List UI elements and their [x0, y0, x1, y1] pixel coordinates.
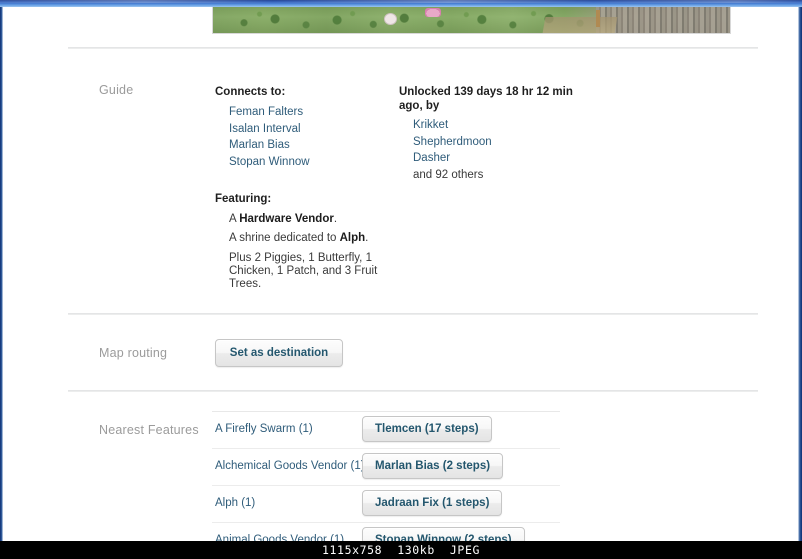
featuring-vendor-prefix: A [229, 213, 240, 225]
unlocked-by-link[interactable]: Shepherdmoon [413, 134, 589, 151]
table-row: Alchemical Goods Vendor (1) Marlan Bias … [212, 448, 560, 485]
nearest-feature-route-button[interactable]: Marlan Bias (2 steps) [362, 453, 504, 479]
status-bar-image-info: 1115x758 130kb JPEG [0, 541, 802, 559]
connects-link[interactable]: Isalan Interval [229, 121, 385, 138]
map-banner-image[interactable] [212, 7, 731, 34]
section-label-nearest-features: Nearest Features [99, 423, 199, 437]
window-titlebar[interactable] [0, 0, 802, 7]
unlocked-by-list: Krikket Shepherdmoon Dasher and 92 other… [413, 117, 589, 183]
featuring-shrine-prefix: A shrine dedicated to [229, 232, 340, 244]
nearest-feature-name[interactable]: Alchemical Goods Vendor (1) [215, 460, 365, 472]
section-label-guide: Guide [99, 83, 134, 97]
banner-signpost-icon [595, 10, 600, 28]
banner-shrine-icon [424, 8, 441, 18]
nearest-feature-route-button[interactable]: Tlemcen (17 steps) [362, 416, 492, 442]
window-frame-right [798, 7, 802, 541]
unlocked-by-column: Unlocked 139 days 18 hr 12 min ago, by K… [399, 85, 589, 183]
featuring-shrine-line: A shrine dedicated to Alph. [229, 230, 395, 247]
table-row: A Firefly Swarm (1) Tlemcen (17 steps) [212, 411, 560, 448]
unlocked-by-link[interactable]: Dasher [413, 150, 589, 167]
nearest-feature-name[interactable]: Alph (1) [215, 497, 255, 509]
divider-above-routing [68, 313, 758, 315]
page-content: Guide Connects to: Feman Falters Isalan … [3, 7, 798, 541]
connects-to-heading: Connects to: [215, 86, 286, 98]
featuring-column: Featuring: A Hardware Vendor. A shrine d… [215, 192, 395, 290]
unlocked-heading: Unlocked 139 days 18 hr 12 min ago, by [399, 86, 573, 112]
nearest-feature-name[interactable]: A Firefly Swarm (1) [215, 423, 313, 435]
unlocked-by-others: and 92 others [413, 168, 484, 181]
titlebar-gloss [0, 0, 802, 3]
featuring-list: A Hardware Vendor. A shrine dedicated to… [229, 211, 395, 290]
unlocked-by-link[interactable]: Krikket [413, 117, 589, 134]
connects-link[interactable]: Marlan Bias [229, 137, 385, 154]
nearest-features-table: A Firefly Swarm (1) Tlemcen (17 steps) A… [212, 411, 560, 541]
featuring-shrine-suffix: . [365, 232, 369, 244]
featuring-heading: Featuring: [215, 193, 272, 205]
featuring-shrine-name: Alph [339, 232, 366, 244]
divider-above-guide [68, 47, 758, 49]
connects-link[interactable]: Feman Falters [229, 104, 385, 121]
featuring-extras-line: Plus 2 Piggies, 1 Butterfly, 1 Chicken, … [229, 252, 378, 290]
table-row: Alph (1) Jadraan Fix (1 steps) [212, 485, 560, 522]
section-label-map-routing: Map routing [99, 346, 168, 360]
connects-to-column: Connects to: Feman Falters Isalan Interv… [215, 85, 385, 170]
image-viewer-window: Guide Connects to: Feman Falters Isalan … [0, 0, 802, 559]
table-row: Animal Goods Vendor (1) Stopan Winnow (2… [212, 522, 560, 541]
nearest-feature-route-button[interactable]: Jadraan Fix (1 steps) [362, 490, 503, 516]
banner-dirt-path [542, 16, 618, 33]
nearest-feature-route-button[interactable]: Stopan Winnow (2 steps) [362, 527, 525, 541]
connects-to-list: Feman Falters Isalan Interval Marlan Bia… [229, 104, 385, 170]
nearest-feature-name[interactable]: Animal Goods Vendor (1) [215, 534, 344, 541]
set-as-destination-button[interactable]: Set as destination [215, 339, 343, 367]
divider-above-nearest [68, 390, 758, 392]
featuring-vendor-suffix: . [333, 213, 338, 225]
featuring-vendor-line: A Hardware Vendor. [229, 211, 395, 228]
connects-link[interactable]: Stopan Winnow [229, 154, 385, 171]
featuring-vendor-name: Hardware Vendor [239, 213, 334, 225]
banner-piggy-icon [383, 13, 397, 26]
